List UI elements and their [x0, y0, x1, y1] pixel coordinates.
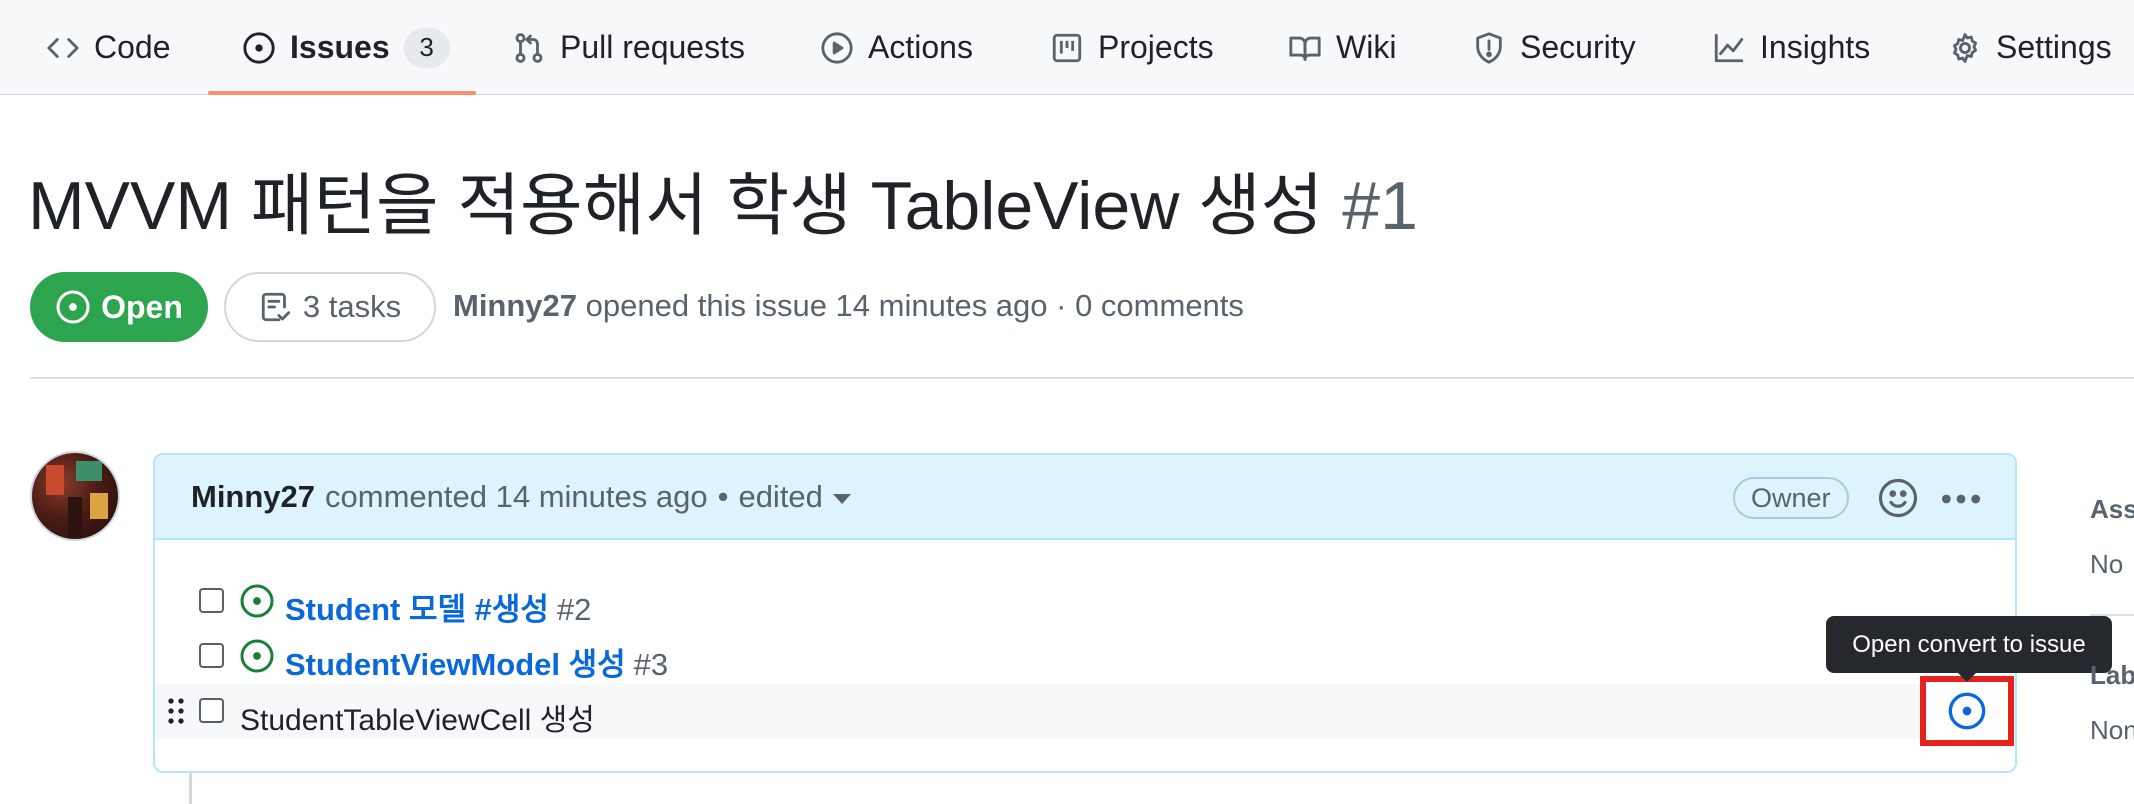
- task-checkbox[interactable]: [199, 643, 224, 668]
- tab-insights-label: Insights: [1760, 29, 1871, 65]
- tab-actions-label: Actions: [868, 29, 973, 65]
- task-list-item: StudentViewModel 생성 #3: [155, 629, 2015, 683]
- avatar[interactable]: [30, 451, 120, 541]
- issues-counter: 3: [403, 27, 450, 68]
- task-list-item: StudentTableViewCell 생성: [155, 684, 2015, 738]
- issue-state-badge: Open: [30, 272, 208, 342]
- code-icon: [47, 37, 79, 58]
- gear-icon: [1952, 32, 1978, 63]
- tab-pull-requests-label: Pull requests: [560, 29, 745, 65]
- tracked-issue-number: #3: [633, 647, 669, 682]
- comment-header: Minny27 commented 14 minutes ago • edite…: [155, 455, 2015, 540]
- issue-author-link[interactable]: Minny27: [453, 288, 577, 323]
- convert-to-issue-button[interactable]: [1920, 676, 2014, 746]
- task-checkbox[interactable]: [199, 698, 224, 723]
- owner-label: Owner: [1733, 477, 1849, 519]
- tooltip-arrow: [1957, 672, 1977, 682]
- tracked-issue-title: StudentViewModel 생성: [285, 647, 626, 682]
- repo-nav: Code Issues 3 Pull requests Actions Proj…: [0, 0, 2134, 95]
- task-checkbox[interactable]: [199, 588, 224, 613]
- tab-security-label: Security: [1520, 29, 1636, 65]
- timeline-line: [189, 772, 192, 804]
- task-text: StudentTableViewCell 생성: [240, 704, 595, 737]
- sidebar-labels-value: Non: [2090, 715, 2134, 745]
- issue-opened-icon: [240, 639, 274, 673]
- checklist-icon: [261, 292, 291, 322]
- task-list-item: Student 모델 #생성 #2: [155, 574, 2015, 628]
- comment-action-text: commented 14 minutes ago: [325, 479, 708, 514]
- tab-pull-requests[interactable]: Pull requests: [512, 0, 745, 95]
- shield-icon: [1476, 31, 1502, 64]
- tab-settings-label: Settings: [1996, 29, 2112, 65]
- issue-opened-icon: [243, 31, 275, 64]
- issue-state-label: Open: [101, 288, 183, 325]
- kebab-horizontal-icon[interactable]: [1939, 479, 1983, 519]
- issue-meta: Minny27 opened this issue 14 minutes ago…: [453, 288, 1244, 324]
- selected-tab-underline: [208, 91, 476, 95]
- sidebar-labels-heading[interactable]: Lab: [2090, 660, 2134, 691]
- tab-wiki[interactable]: Wiki: [1288, 0, 1396, 95]
- tracked-issue-link[interactable]: StudentViewModel 생성 #3: [285, 639, 668, 684]
- sidebar-divider: [2090, 614, 2134, 616]
- tab-projects-label: Projects: [1098, 29, 1214, 65]
- tab-wiki-label: Wiki: [1336, 29, 1397, 65]
- graph-icon: [1714, 33, 1744, 62]
- tab-code-label: Code: [94, 29, 171, 65]
- tab-code[interactable]: Code: [46, 0, 171, 95]
- drag-handle-icon[interactable]: [165, 696, 187, 726]
- chevron-down-icon: [832, 494, 851, 504]
- edited-dropdown[interactable]: edited: [738, 479, 851, 515]
- comment-header-text: Minny27 commented 14 minutes ago • edite…: [191, 479, 851, 515]
- tasks-progress-button[interactable]: 3 tasks: [224, 272, 436, 342]
- tasks-progress-label: 3 tasks: [302, 289, 402, 324]
- comment-bullet: •: [717, 479, 729, 514]
- tab-issues[interactable]: Issues 3: [242, 0, 450, 95]
- tooltip: Open convert to issue: [1826, 616, 2112, 673]
- issue-meta-text: opened this issue 14 minutes ago · 0 com…: [585, 288, 1244, 323]
- tab-settings[interactable]: Settings: [1948, 0, 2112, 95]
- tab-projects[interactable]: Projects: [1050, 0, 1214, 95]
- smiley-icon[interactable]: [1877, 477, 1919, 519]
- git-pull-request-icon: [515, 32, 543, 63]
- tab-insights[interactable]: Insights: [1712, 0, 1870, 95]
- tab-security[interactable]: Security: [1472, 0, 1636, 95]
- issue-title: MVVM 패턴을 적용해서 학생 TableView 생성 #1: [28, 166, 1418, 248]
- header-divider: [30, 377, 2134, 379]
- issue-opened-icon: [240, 584, 274, 618]
- tab-actions[interactable]: Actions: [820, 0, 973, 95]
- tab-issues-label: Issues: [290, 29, 390, 65]
- sidebar-assignees-heading[interactable]: Ass: [2090, 494, 2134, 525]
- tracked-issue-title: Student 모델 #생성: [285, 592, 549, 627]
- tracked-issue-link[interactable]: Student 모델 #생성 #2: [285, 584, 591, 629]
- issue-title-text: MVVM 패턴을 적용해서 학생 TableView 생성: [28, 168, 1324, 244]
- play-icon: [821, 31, 853, 64]
- edited-label: edited: [738, 479, 823, 514]
- book-icon: [1289, 36, 1321, 61]
- tracked-issue-number: #2: [556, 592, 592, 627]
- table-icon: [1052, 33, 1082, 62]
- issue-opened-icon: [56, 290, 90, 324]
- sidebar-assignees-value: No: [2090, 549, 2124, 579]
- issue-number: #1: [1342, 168, 1418, 244]
- comment-author-link[interactable]: Minny27: [191, 479, 315, 515]
- issue-opened-icon: [1948, 692, 1986, 730]
